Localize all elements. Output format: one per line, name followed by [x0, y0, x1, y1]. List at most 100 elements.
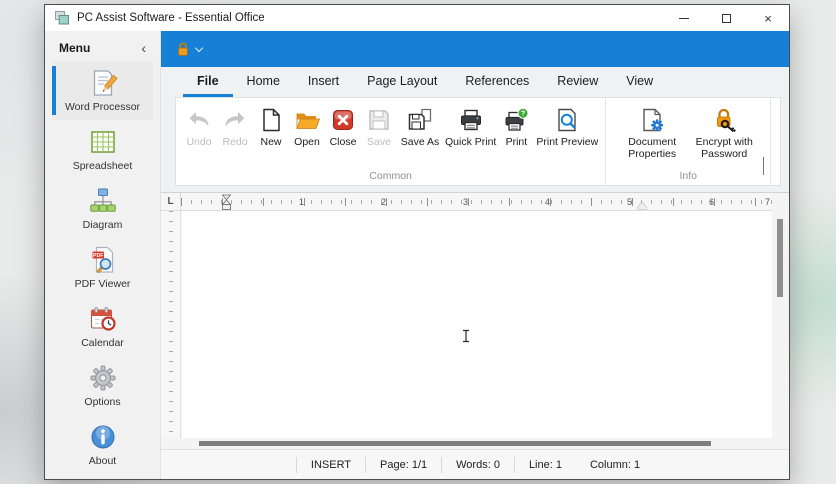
ribbon-collapse-button[interactable] [763, 157, 764, 175]
close-document-icon [330, 107, 356, 133]
print-button[interactable]: ? Print [498, 105, 534, 148]
new-document-icon [258, 107, 284, 133]
maximize-button[interactable] [705, 5, 747, 31]
horizontal-ruler[interactable]: 1 2 3 4 5 6 7 [181, 193, 772, 211]
sidebar-item-options[interactable]: Options [52, 356, 153, 415]
main-content: File Home Insert Page Layout References … [161, 31, 789, 479]
status-insert-mode: INSERT [295, 456, 365, 473]
ruler-number: 1 [299, 196, 305, 207]
sidebar-item-diagram[interactable]: Diagram [52, 179, 153, 238]
title-bar: PC Assist Software - Essential Office × [45, 5, 789, 31]
sidebar-item-label: Calendar [81, 337, 124, 349]
word-processor-icon [88, 68, 118, 98]
print-icon: ? [503, 107, 529, 133]
close-document-button[interactable]: Close [325, 105, 361, 148]
options-icon [88, 363, 118, 393]
ruler-number: 2 [381, 196, 387, 207]
tab-view[interactable]: View [612, 67, 667, 97]
undo-icon [186, 107, 212, 133]
ribbon: Undo Redo New Open Close Save Save As Qu… [161, 97, 789, 193]
print-preview-button[interactable]: Print Preview [534, 105, 600, 148]
vertical-scrollbar[interactable] [776, 215, 784, 435]
sidebar-item-pdf-viewer[interactable]: PDF PDF Viewer [52, 238, 153, 297]
chevron-down-icon[interactable] [194, 43, 204, 52]
sidebar-item-spreadsheet[interactable]: Spreadsheet [52, 120, 153, 179]
sidebar-item-label: About [88, 455, 117, 467]
redo-icon [222, 107, 248, 133]
right-indent-marker[interactable] [637, 202, 647, 209]
ruler-number: 5 [627, 196, 633, 207]
save-as-icon [407, 107, 433, 133]
status-column: Column: 1 [589, 458, 641, 471]
save-button[interactable]: Save [361, 105, 397, 148]
vertical-scrollbar-thumb[interactable] [777, 219, 783, 297]
tab-stop-selector[interactable]: L [161, 193, 181, 211]
ruler-number: 3 [463, 196, 469, 207]
redo-button[interactable]: Redo [217, 105, 253, 148]
tab-home[interactable]: Home [233, 67, 294, 97]
undo-button[interactable]: Undo [181, 105, 217, 148]
pdf-viewer-icon: PDF [88, 245, 118, 275]
tab-file[interactable]: File [183, 67, 233, 97]
minimize-button[interactable] [663, 5, 705, 31]
ribbon-group-common: Undo Redo New Open Close Save Save As Qu… [176, 98, 607, 185]
ribbon-tab-strip: File Home Insert Page Layout References … [161, 67, 789, 97]
ribbon-group-label: Common [369, 170, 412, 182]
sidebar-item-calendar[interactable]: Calendar [52, 297, 153, 356]
sidebar-item-word-processor[interactable]: Word Processor [52, 61, 153, 120]
horizontal-scrollbar[interactable] [181, 440, 772, 447]
tab-page-layout[interactable]: Page Layout [353, 67, 451, 97]
sidebar-item-label: Word Processor [64, 101, 141, 113]
minimize-icon [679, 17, 689, 19]
status-words: Words: 0 [441, 456, 514, 473]
save-icon [366, 107, 392, 133]
lock-icon[interactable] [176, 42, 190, 57]
sidebar-item-label: Diagram [82, 219, 123, 231]
ribbon-spacer [763, 98, 780, 185]
maximize-icon [721, 13, 731, 23]
app-window: PC Assist Software - Essential Office × … [44, 4, 790, 480]
sidebar-collapse-button[interactable]: ‹ [139, 41, 148, 55]
calendar-icon [88, 304, 118, 334]
close-icon: × [764, 10, 772, 26]
status-line: Line: 1 [513, 456, 576, 473]
ribbon-group-label: Info [679, 170, 697, 182]
spreadsheet-icon [88, 127, 118, 157]
quick-print-button[interactable]: Quick Print [443, 105, 498, 148]
window-title: PC Assist Software - Essential Office [77, 12, 265, 24]
sidebar-item-label: Options [84, 396, 121, 408]
save-as-button[interactable]: Save As [397, 105, 443, 148]
new-button[interactable]: New [253, 105, 289, 148]
tab-references[interactable]: References [451, 67, 543, 97]
text-cursor [461, 329, 471, 348]
ruler-number: 6 [709, 196, 715, 207]
vertical-ruler[interactable] [161, 211, 181, 438]
open-folder-icon [294, 107, 321, 133]
indent-marker[interactable] [221, 194, 232, 210]
document-properties-icon [639, 107, 665, 133]
svg-text:?: ? [521, 109, 526, 118]
sidebar-item-about[interactable]: About [52, 415, 153, 474]
encrypt-password-icon [711, 107, 737, 133]
tab-review[interactable]: Review [543, 67, 612, 97]
sidebar-item-label: PDF Viewer [74, 278, 131, 290]
open-button[interactable]: Open [289, 105, 325, 148]
ruler-number: 7 [765, 196, 771, 207]
encrypt-with-password-button[interactable]: Encrypt with Password [688, 105, 760, 160]
ribbon-group-info: Document Properties Encrypt with Passwor… [606, 98, 772, 185]
quick-print-icon [458, 107, 484, 133]
diagram-icon [88, 186, 118, 216]
print-preview-icon [554, 107, 580, 133]
document-properties-button[interactable]: Document Properties [616, 105, 688, 160]
tab-insert[interactable]: Insert [294, 67, 353, 97]
horizontal-scrollbar-thumb[interactable] [199, 441, 711, 446]
document-area: L 1 2 3 4 5 6 7 [161, 193, 789, 449]
about-icon [88, 422, 118, 452]
document-page[interactable] [182, 211, 772, 438]
sidebar-menu-title: Menu [59, 41, 91, 55]
status-page: Page: 1/1 [365, 456, 441, 473]
close-button[interactable]: × [747, 5, 789, 31]
chevron-down-icon [763, 157, 764, 175]
status-bar: INSERT Page: 1/1 Words: 0 Line: 1 Column… [161, 449, 789, 479]
app-icon [54, 10, 70, 26]
